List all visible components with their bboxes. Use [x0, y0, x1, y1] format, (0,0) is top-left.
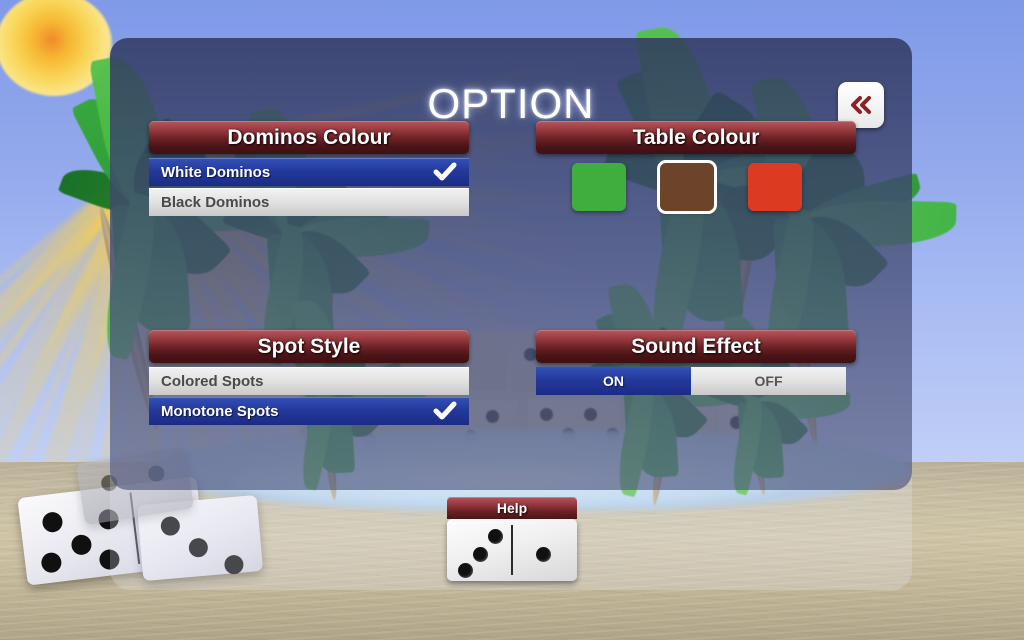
spot-style-options: Colored Spots Monotone Spots [149, 367, 469, 425]
group-dominos-colour: Dominos Colour White Dominos Black Domin… [149, 121, 469, 218]
sound-effect-toggle: ON OFF [536, 367, 856, 395]
option-label: White Dominos [161, 163, 271, 181]
help-label: Help [496, 500, 528, 516]
check-icon [433, 162, 457, 181]
group-spot-style: Spot Style Colored Spots Monotone Spots [149, 330, 469, 427]
group-table-colour: Table Colour [536, 121, 856, 214]
help-domino-divider [511, 525, 513, 575]
option-label: Colored Spots [161, 372, 264, 390]
spot-style-label: Spot Style [257, 334, 361, 358]
double-chevron-left-icon [851, 96, 871, 114]
help-header: Help [447, 497, 577, 519]
spot-style-header: Spot Style [149, 330, 469, 363]
sound-on-button[interactable]: ON [536, 367, 691, 395]
app-screen: OPTION Dominos Colour White Dominos Blac… [0, 0, 1024, 640]
option-white-dominos[interactable]: White Dominos [149, 158, 469, 186]
option-label: Monotone Spots [161, 402, 279, 420]
swatch-green[interactable] [572, 163, 626, 211]
swatch-red[interactable] [748, 163, 802, 211]
table-colour-label: Table Colour [632, 125, 760, 149]
table-colour-swatches [536, 160, 856, 214]
help-button[interactable]: Help [447, 497, 577, 581]
help-domino-icon [447, 519, 577, 581]
check-icon [433, 401, 457, 420]
options-panel: OPTION Dominos Colour White Dominos Blac… [110, 38, 912, 490]
dominos-colour-options: White Dominos Black Dominos [149, 158, 469, 216]
option-colored-spots[interactable]: Colored Spots [149, 367, 469, 395]
sound-effect-header: Sound Effect [536, 330, 856, 363]
sound-effect-label: Sound Effect [631, 334, 761, 358]
option-black-dominos[interactable]: Black Dominos [149, 188, 469, 216]
option-monotone-spots[interactable]: Monotone Spots [149, 397, 469, 425]
dominos-colour-label: Dominos Colour [227, 125, 391, 149]
group-sound-effect: Sound Effect ON OFF [536, 330, 856, 395]
swatch-brown[interactable] [657, 160, 717, 214]
sound-off-button[interactable]: OFF [691, 367, 846, 395]
dominos-colour-header: Dominos Colour [149, 121, 469, 154]
table-colour-header: Table Colour [536, 121, 856, 154]
option-label: Black Dominos [161, 193, 270, 211]
